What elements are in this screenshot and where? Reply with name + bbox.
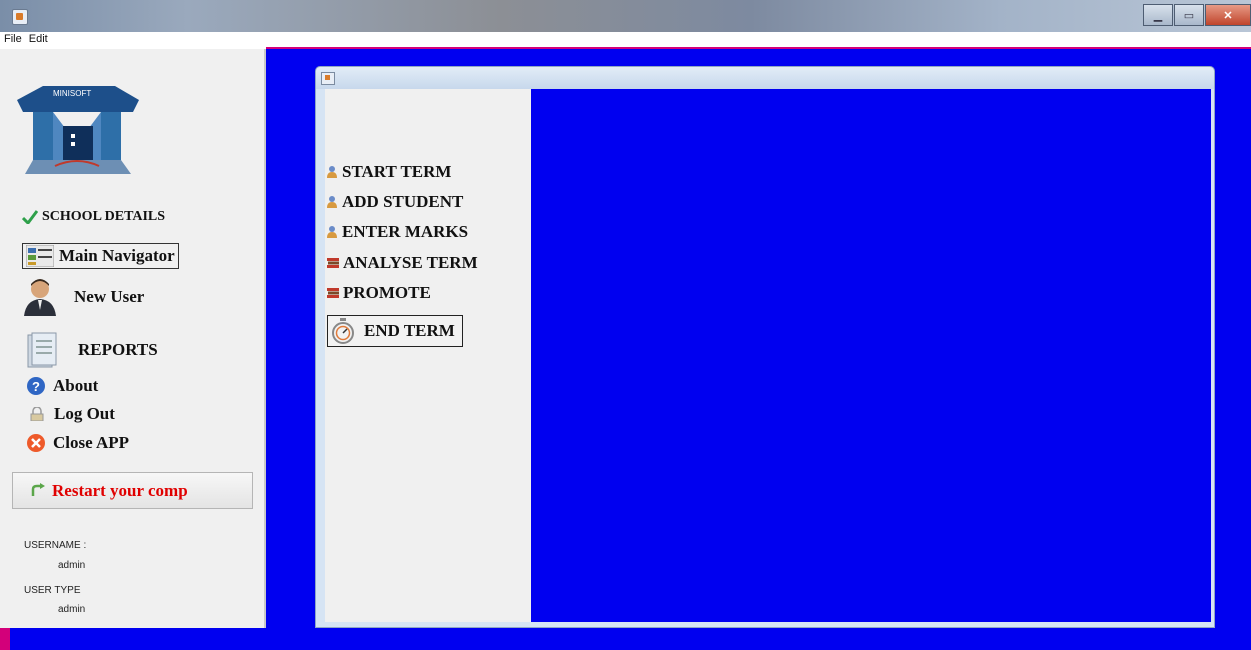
enter-marks-link[interactable]: ENTER MARKS xyxy=(327,222,468,242)
close-icon xyxy=(27,434,45,452)
user-type-value: admin xyxy=(58,604,86,615)
username-value: admin xyxy=(58,560,86,571)
user-type-label: USER TYPE xyxy=(24,585,81,596)
person-icon xyxy=(327,226,337,238)
books-icon xyxy=(327,258,339,268)
start-term-link[interactable]: START TERM xyxy=(327,162,451,182)
sidebar: MINISOFT SCHOOL DETAILS Main Navigator N… xyxy=(0,49,266,628)
term-menu: START TERM ADD STUDENT ENTER MARKS ANALY… xyxy=(325,89,531,622)
title-bar: ▁ ▭ ✕ xyxy=(0,0,1251,32)
end-term-button[interactable]: END TERM xyxy=(327,315,463,347)
promote-link[interactable]: PROMOTE xyxy=(327,283,431,303)
analyse-term-label: ANALYSE TERM xyxy=(343,253,478,272)
school-details-link[interactable]: SCHOOL DETAILS xyxy=(22,209,165,225)
reports-button[interactable]: REPORTS xyxy=(22,331,158,369)
username-label: USERNAME : xyxy=(24,540,87,551)
log-out-label: Log Out xyxy=(54,404,115,423)
internal-frame: START TERM ADD STUDENT ENTER MARKS ANALY… xyxy=(315,66,1215,628)
new-user-button[interactable]: New User xyxy=(22,278,144,316)
analyse-term-link[interactable]: ANALYSE TERM xyxy=(327,253,478,273)
start-term-label: START TERM xyxy=(342,162,452,181)
books-icon xyxy=(327,288,339,298)
menu-bar: File Edit xyxy=(0,32,1251,47)
restart-icon xyxy=(31,482,45,496)
about-label: About xyxy=(53,376,99,395)
restart-label: Restart your comp xyxy=(52,480,188,500)
new-user-label: New User xyxy=(74,287,145,306)
end-term-label: END TERM xyxy=(364,321,455,340)
menu-edit[interactable]: Edit xyxy=(25,32,51,47)
logo-text: MINISOFT xyxy=(53,89,91,98)
restart-button[interactable]: Restart your comp xyxy=(12,472,253,509)
about-link[interactable]: ? About xyxy=(26,376,98,396)
close-app-label: Close APP xyxy=(53,433,130,452)
main-navigator-label: Main Navigator xyxy=(59,246,175,265)
minisoft-logo: MINISOFT xyxy=(17,86,139,174)
java-app-icon[interactable] xyxy=(12,9,28,25)
reports-icon xyxy=(27,332,57,368)
main-navigator-button[interactable]: Main Navigator xyxy=(22,243,179,269)
close-app-link[interactable]: Close APP xyxy=(26,433,129,453)
minimize-button[interactable]: ▁ xyxy=(1143,4,1173,26)
enter-marks-label: ENTER MARKS xyxy=(342,222,469,241)
svg-text:?: ? xyxy=(32,379,40,394)
school-details-label: SCHOOL DETAILS xyxy=(42,209,166,224)
user-icon xyxy=(24,279,56,316)
internal-frame-title-bar[interactable] xyxy=(316,67,1214,89)
stopwatch-icon xyxy=(332,318,354,344)
window-controls: ▁ ▭ ✕ xyxy=(1142,4,1251,26)
add-student-link[interactable]: ADD STUDENT xyxy=(327,192,463,212)
log-out-icon xyxy=(30,407,44,421)
reports-label: REPORTS xyxy=(78,340,158,359)
menu-file[interactable]: File xyxy=(0,32,25,47)
internal-frame-content: START TERM ADD STUDENT ENTER MARKS ANALY… xyxy=(325,89,1211,622)
navigator-icon xyxy=(26,245,54,267)
log-out-link[interactable]: Log Out xyxy=(30,404,115,424)
add-student-label: ADD STUDENT xyxy=(342,192,464,211)
person-icon xyxy=(327,166,337,178)
promote-label: PROMOTE xyxy=(343,283,431,302)
check-icon xyxy=(22,210,38,224)
help-icon: ? xyxy=(27,377,45,395)
maximize-button[interactable]: ▭ xyxy=(1174,4,1204,26)
person-icon xyxy=(327,196,337,208)
bottom-strip xyxy=(0,628,266,650)
close-window-button[interactable]: ✕ xyxy=(1205,4,1251,26)
bottom-accent xyxy=(0,628,10,650)
java-app-icon xyxy=(321,72,335,85)
